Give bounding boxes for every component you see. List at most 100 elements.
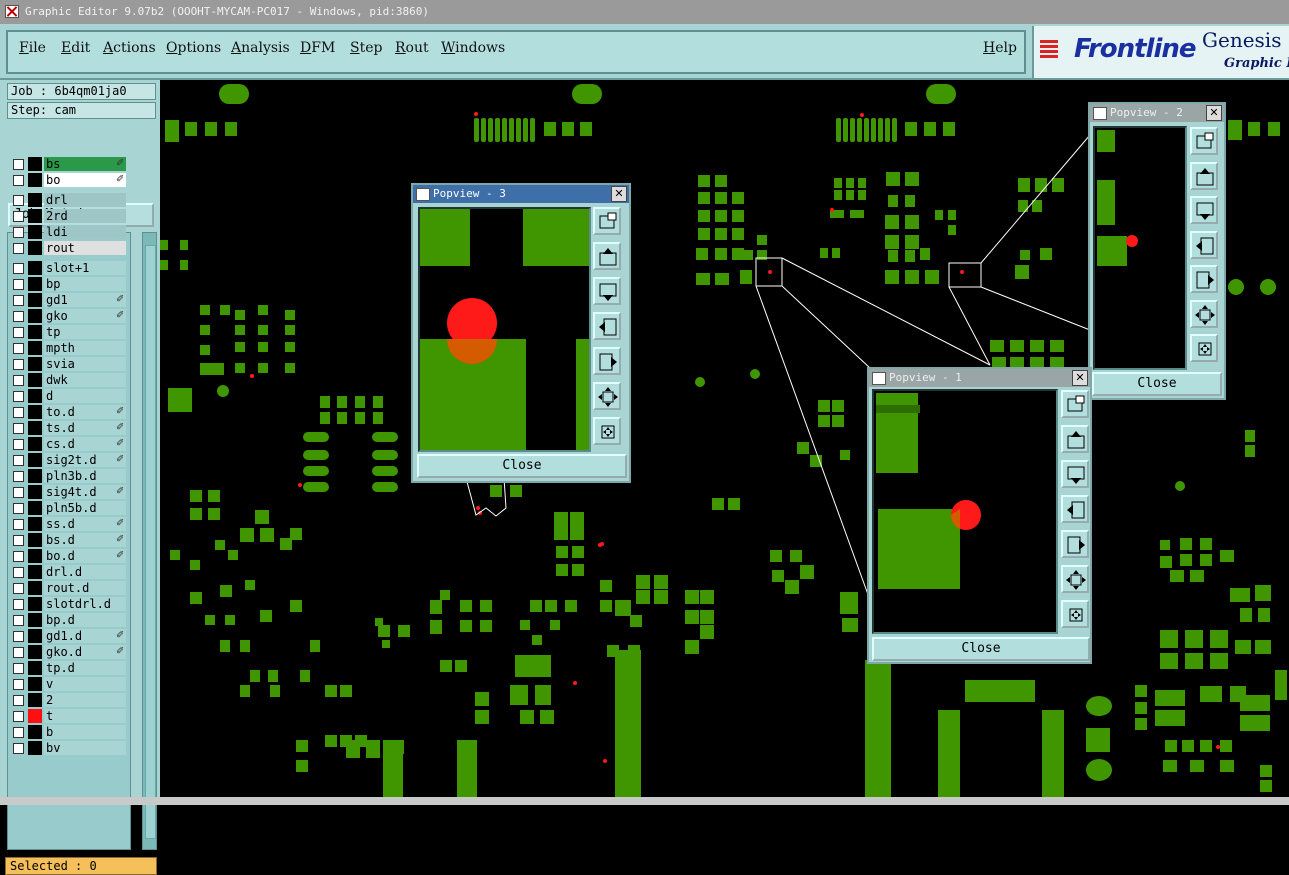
layer-color-swatch[interactable] — [28, 661, 42, 675]
layer-checkbox[interactable] — [13, 439, 24, 450]
layer-color-swatch[interactable] — [28, 209, 42, 223]
layer-color-swatch[interactable] — [28, 389, 42, 403]
layer-row[interactable]: ldi — [10, 225, 128, 239]
zoom-out-icon[interactable] — [593, 417, 621, 445]
layer-color-swatch[interactable] — [28, 453, 42, 467]
layer-name[interactable]: 2rd — [44, 209, 126, 223]
layer-row[interactable]: bo.d ✐ — [10, 549, 128, 563]
layer-row[interactable]: bp — [10, 277, 128, 291]
layer-checkbox[interactable] — [13, 535, 24, 546]
pan-down-icon[interactable] — [1190, 196, 1218, 224]
layer-checkbox[interactable] — [13, 567, 24, 578]
layer-row[interactable]: b — [10, 725, 128, 739]
layer-row[interactable]: bs ✐ — [10, 157, 128, 171]
layer-checkbox[interactable] — [13, 195, 24, 206]
zoom-in-icon[interactable] — [593, 382, 621, 410]
layer-color-swatch[interactable] — [28, 677, 42, 691]
pan-down-icon[interactable] — [593, 277, 621, 305]
layer-color-swatch[interactable] — [28, 725, 42, 739]
layer-color-swatch[interactable] — [28, 709, 42, 723]
layer-checkbox[interactable] — [13, 227, 24, 238]
popview-3-close-button[interactable]: Close — [417, 454, 627, 478]
layer-color-swatch[interactable] — [28, 485, 42, 499]
layer-color-swatch[interactable] — [28, 309, 42, 323]
layer-color-swatch[interactable] — [28, 501, 42, 515]
layer-name[interactable]: cs.d — [44, 437, 126, 451]
layer-checkbox[interactable] — [13, 631, 24, 642]
popview-1-close-icon[interactable]: ✕ — [1072, 370, 1088, 386]
menu-windows[interactable]: Windows — [441, 40, 505, 56]
layer-row[interactable]: sig4t.d ✐ — [10, 485, 128, 499]
layer-color-swatch[interactable] — [28, 549, 42, 563]
layer-checkbox[interactable] — [13, 263, 24, 274]
zoom-window-icon[interactable] — [1190, 127, 1218, 155]
popview-3-title-bar[interactable]: Popview - 3 ✕ — [413, 185, 629, 203]
layer-name[interactable]: to.d — [44, 405, 126, 419]
popview-2-view[interactable] — [1093, 126, 1187, 370]
layer-name[interactable]: bo.d — [44, 549, 126, 563]
menu-help[interactable]: Help — [983, 40, 1017, 56]
layer-name[interactable]: rout.d — [44, 581, 126, 595]
layer-name[interactable]: b — [44, 725, 126, 739]
layer-checkbox[interactable] — [13, 471, 24, 482]
pan-up-icon[interactable] — [1061, 425, 1089, 453]
layer-row[interactable]: dwk — [10, 373, 128, 387]
layer-checkbox[interactable] — [13, 615, 24, 626]
layer-color-swatch[interactable] — [28, 193, 42, 207]
layer-row[interactable]: 2rd — [10, 209, 128, 223]
layer-checkbox[interactable] — [13, 679, 24, 690]
menu-options[interactable]: Options — [166, 40, 221, 56]
layer-row[interactable]: gko.d ✐ — [10, 645, 128, 659]
layer-row[interactable]: bv — [10, 741, 128, 755]
pan-down-icon[interactable] — [1061, 460, 1089, 488]
layer-name[interactable]: bp.d — [44, 613, 126, 627]
layer-checkbox[interactable] — [13, 407, 24, 418]
layer-name[interactable]: ldi — [44, 225, 126, 239]
layer-checkbox[interactable] — [13, 503, 24, 514]
layer-color-swatch[interactable] — [28, 533, 42, 547]
layer-name[interactable]: ts.d — [44, 421, 126, 435]
layer-row[interactable]: gko ✐ — [10, 309, 128, 323]
layer-name[interactable]: bp — [44, 277, 126, 291]
pan-right-icon[interactable] — [593, 347, 621, 375]
pan-left-icon[interactable] — [593, 312, 621, 340]
layer-name[interactable]: dwk — [44, 373, 126, 387]
layer-row[interactable]: gd1.d ✐ — [10, 629, 128, 643]
layer-name[interactable]: t — [44, 709, 126, 723]
layer-row[interactable]: gd1 ✐ — [10, 293, 128, 307]
layer-color-swatch[interactable] — [28, 629, 42, 643]
layer-checkbox[interactable] — [13, 695, 24, 706]
layer-checkbox[interactable] — [13, 647, 24, 658]
menu-rout[interactable]: Rout — [395, 40, 429, 56]
layer-color-swatch[interactable] — [28, 293, 42, 307]
layer-checkbox[interactable] — [13, 211, 24, 222]
zoom-in-icon[interactable] — [1190, 300, 1218, 328]
layer-row[interactable]: ss.d ✐ — [10, 517, 128, 531]
layer-row[interactable]: mpth — [10, 341, 128, 355]
layer-row[interactable]: tp.d — [10, 661, 128, 675]
layer-checkbox[interactable] — [13, 599, 24, 610]
layer-row[interactable]: drl.d — [10, 565, 128, 579]
layer-color-swatch[interactable] — [28, 157, 42, 171]
layer-color-swatch[interactable] — [28, 357, 42, 371]
pan-left-icon[interactable] — [1190, 231, 1218, 259]
layer-name[interactable]: tp.d — [44, 661, 126, 675]
menu-step[interactable]: Step — [350, 40, 382, 56]
zoom-window-icon[interactable] — [593, 207, 621, 235]
layer-color-swatch[interactable] — [28, 613, 42, 627]
layer-color-swatch[interactable] — [28, 173, 42, 187]
layer-row[interactable]: slotdrl.d — [10, 597, 128, 611]
layer-color-swatch[interactable] — [28, 405, 42, 419]
menu-analysis[interactable]: Analysis — [231, 40, 290, 56]
layer-name[interactable]: bs — [44, 157, 126, 171]
layer-checkbox[interactable] — [13, 359, 24, 370]
layer-checkbox[interactable] — [13, 423, 24, 434]
layer-checkbox[interactable] — [13, 487, 24, 498]
layer-checkbox[interactable] — [13, 391, 24, 402]
layer-checkbox[interactable] — [13, 663, 24, 674]
layer-checkbox[interactable] — [13, 727, 24, 738]
layer-row[interactable]: t — [10, 709, 128, 723]
layer-row[interactable]: svia — [10, 357, 128, 371]
layer-color-swatch[interactable] — [28, 645, 42, 659]
layer-color-swatch[interactable] — [28, 373, 42, 387]
